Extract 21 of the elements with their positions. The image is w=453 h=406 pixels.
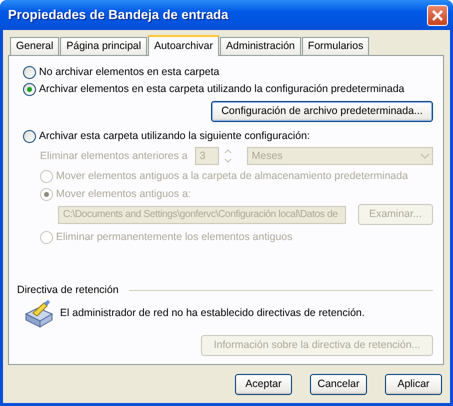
radio-label[interactable]: No archivar elementos en esta carpeta	[39, 66, 220, 79]
default-settings-button[interactable]: Configuración de archivo predeterminada...	[211, 101, 433, 122]
close-button[interactable]	[427, 4, 448, 26]
tab[interactable]: Autoarchivar	[148, 35, 220, 56]
tab[interactable]: General	[10, 37, 60, 55]
section-heading: Directiva de retención	[17, 284, 119, 297]
tab[interactable]: Formularios	[302, 37, 370, 55]
window-title: Propiedades de Bandeja de entrada	[8, 7, 230, 23]
dialog-button[interactable]: Cancelar	[310, 374, 367, 395]
dropdown-value: Meses	[252, 150, 283, 162]
radio-button[interactable]	[23, 83, 36, 96]
retention-message: El administrador de red no ha establecido directivas de retención.	[60, 307, 365, 320]
broom-box-icon	[24, 300, 54, 328]
close-icon	[431, 8, 444, 22]
tab[interactable]: Página principal	[60, 37, 148, 55]
field-label: Eliminar elementos anteriores a	[40, 150, 188, 162]
dialog-button[interactable]: Aceptar	[235, 374, 292, 395]
tab[interactable]: Administración	[220, 37, 301, 55]
dialog-button[interactable]: Aplicar	[385, 374, 442, 395]
radio-label[interactable]: Archivar elementos en esta carpeta utilizando la configuración predeterminada	[39, 83, 404, 96]
radio-button[interactable]	[23, 66, 36, 79]
